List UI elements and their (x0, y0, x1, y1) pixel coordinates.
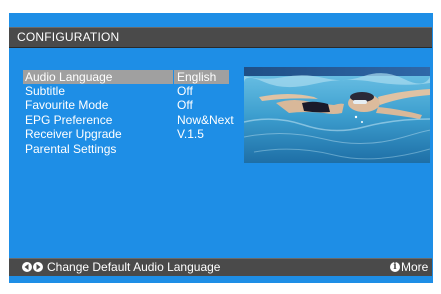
menu-item-label: Subtitle (25, 84, 66, 98)
menu-item-label: Audio Language (25, 70, 113, 84)
menu-item-epg-preference[interactable]: EPG Preference Now&Next (25, 113, 234, 127)
menu-item-subtitle[interactable]: Subtitle Off (25, 84, 230, 98)
menu-item-label: Favourite Mode (25, 98, 109, 112)
menu-item-value: Off (177, 84, 193, 98)
menu-item-label: Parental Settings (25, 142, 117, 156)
page-title: CONFIGURATION (17, 30, 120, 44)
info-icon[interactable]: i (390, 262, 400, 272)
menu-header: CONFIGURATION (9, 27, 432, 48)
video-preview (244, 67, 430, 163)
menu-item-value: V.1.5 (177, 127, 204, 141)
menu-item-audio-language[interactable]: Audio Language English (23, 70, 230, 84)
more-button[interactable]: More (401, 260, 428, 275)
menu-item-parental-settings[interactable]: Parental Settings (25, 142, 230, 156)
footer-bar: Change Default Audio Language i More (9, 258, 432, 276)
menu-item-favourite-mode[interactable]: Favourite Mode Off (25, 98, 230, 112)
menu-item-receiver-upgrade[interactable]: Receiver Upgrade V.1.5 (25, 127, 230, 141)
menu-item-value: Off (177, 98, 193, 112)
menu-item-value: Now&Next (177, 113, 234, 127)
menu-item-label: Receiver Upgrade (25, 127, 122, 141)
arrow-right-icon[interactable] (33, 262, 43, 272)
menu-item-value: English (177, 70, 217, 84)
footer-hint: Change Default Audio Language (47, 260, 221, 274)
arrow-left-icon[interactable] (22, 262, 32, 272)
menu-item-label: EPG Preference (25, 113, 113, 127)
